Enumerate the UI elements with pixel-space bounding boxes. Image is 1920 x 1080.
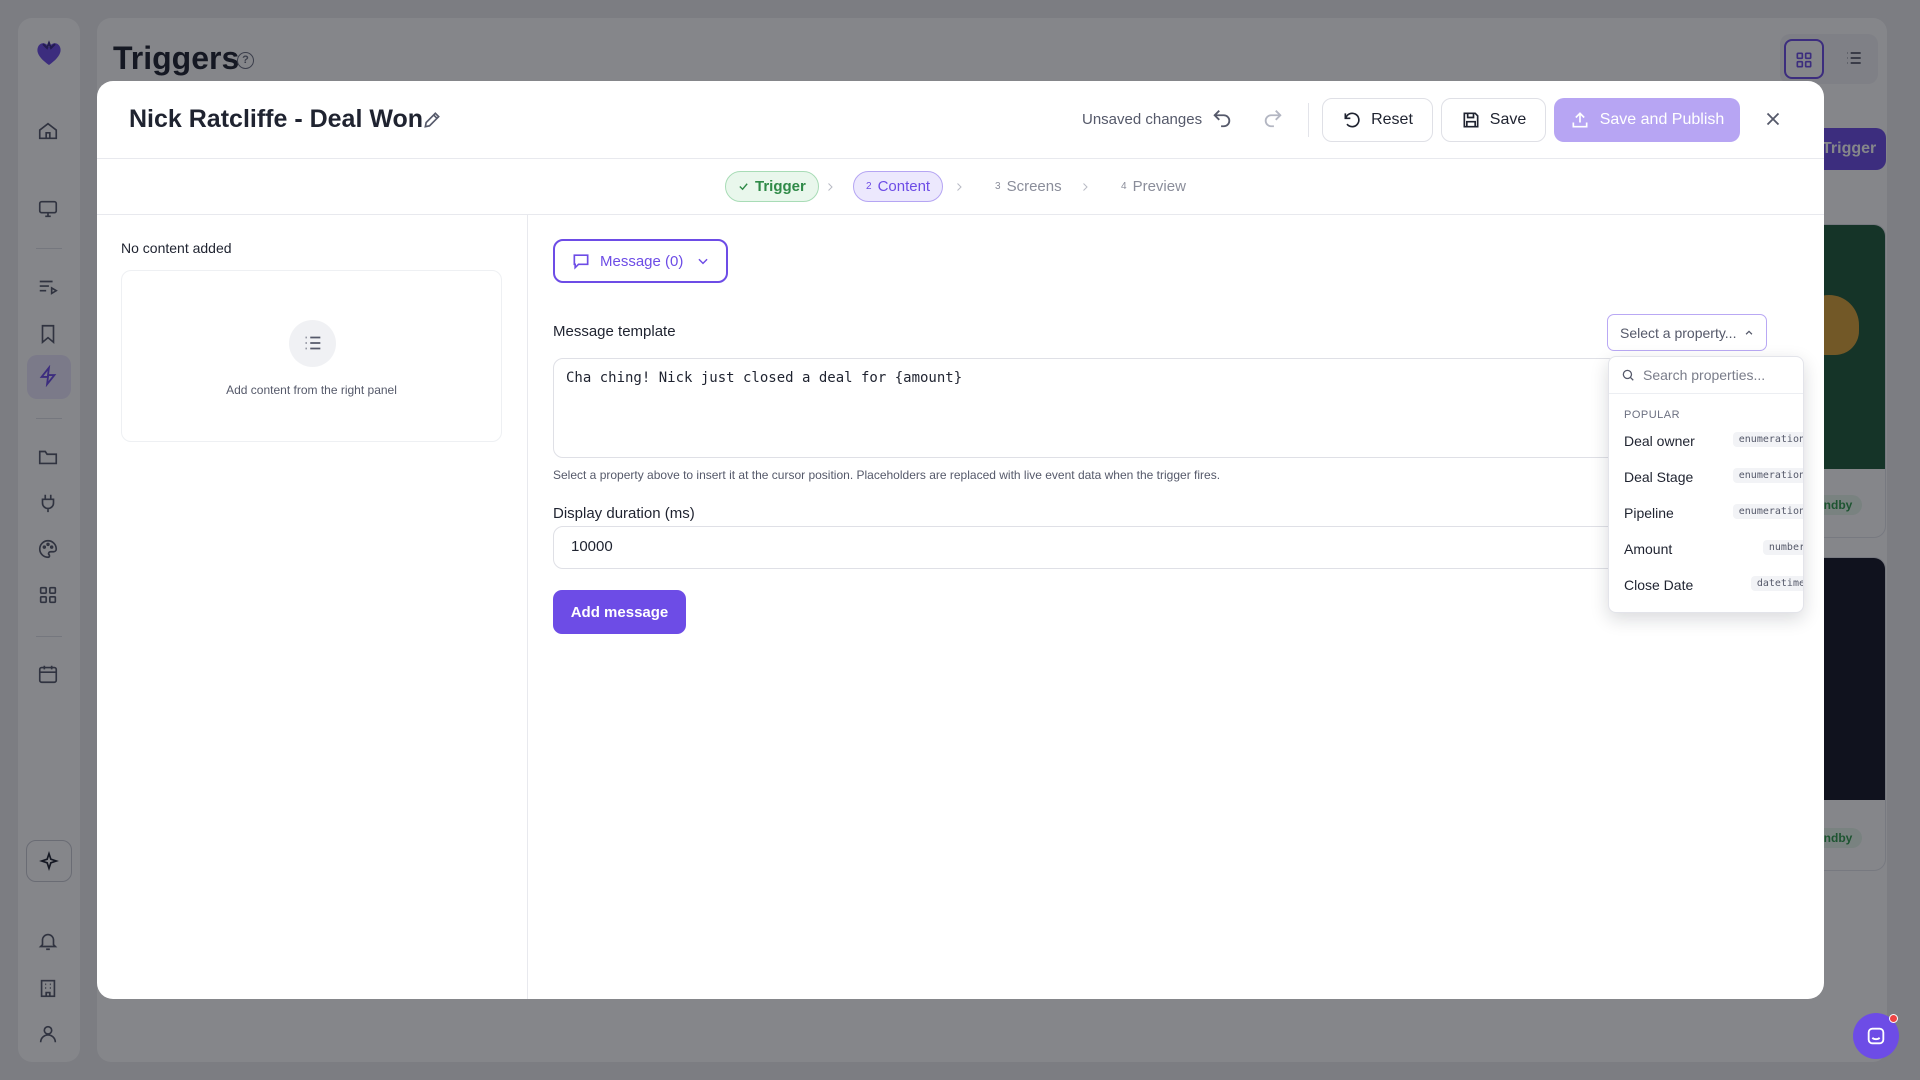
pencil-icon[interactable] [422, 110, 442, 130]
property-option[interactable]: Close Date datetime [1609, 567, 1803, 603]
property-option-label: Amount [1624, 541, 1673, 557]
property-option[interactable]: Amount number [1609, 531, 1803, 567]
content-type-label: Message (0) [600, 252, 684, 270]
chevron-up-icon [1746, 329, 1753, 335]
chat-bubble-icon [573, 254, 589, 270]
chevron-right-icon [1079, 181, 1091, 193]
property-select-placeholder: Select a property... [1620, 324, 1737, 341]
step-trigger[interactable]: Trigger [725, 171, 819, 202]
rotate-ccw-icon [1344, 112, 1360, 128]
property-option-label: Close Date [1624, 577, 1694, 593]
notification-dot [1889, 1014, 1898, 1023]
property-select[interactable]: Select a property... [1607, 314, 1767, 351]
template-helper-text: Select a property above to insert it at … [553, 468, 1221, 482]
empty-state-text: Add content from the right panel [226, 383, 397, 397]
step-content[interactable]: 2 Content [853, 171, 944, 202]
chevron-right-icon [824, 181, 836, 193]
check-icon [739, 183, 748, 191]
save-label: Save [1489, 111, 1527, 128]
search-icon [1622, 369, 1634, 381]
property-option[interactable]: Pipeline enumeration [1609, 495, 1803, 531]
close-icon[interactable] [1762, 108, 1786, 132]
publish-label: Save and Publish [1599, 111, 1725, 128]
property-option-label: Pipeline [1624, 505, 1674, 521]
message-template-label: Message template [553, 323, 676, 340]
undo-icon[interactable] [1211, 107, 1235, 131]
no-content-heading: No content added [121, 240, 232, 256]
property-option-label: Deal Stage [1624, 469, 1694, 485]
redo-icon[interactable] [1262, 107, 1286, 131]
modal-header: Nick Ratcliffe - Deal Won Unsaved change… [97, 81, 1824, 159]
step-label: Content [877, 178, 931, 195]
display-duration-label: Display duration (ms) [553, 505, 695, 522]
unsaved-changes-label: Unsaved changes [1082, 111, 1203, 128]
step-preview[interactable]: 4 Preview [1109, 171, 1198, 202]
step-label: Preview [1132, 178, 1186, 195]
property-dropdown: POPULAR Deal owner enumeration Deal Stag… [1608, 356, 1804, 613]
property-type-badge: enumeration [1732, 504, 1803, 519]
property-search-input[interactable] [1643, 367, 1803, 383]
property-type-badge: enumeration [1732, 432, 1803, 447]
reset-label: Reset [1371, 111, 1413, 128]
message-template-input[interactable]: Cha ching! Nick just closed a deal for {… [553, 358, 1618, 458]
save-button[interactable]: Save [1441, 98, 1546, 142]
step-label: Screens [1006, 178, 1062, 195]
display-duration-input[interactable]: 10000 [553, 526, 1618, 569]
upload-icon [1572, 112, 1588, 128]
step-number: 2 [866, 181, 872, 192]
dropdown-section-label: POPULAR [1624, 409, 1681, 421]
content-type-select[interactable]: Message (0) [553, 239, 728, 283]
step-number: 3 [995, 181, 1001, 192]
add-message-button[interactable]: Add message [553, 590, 686, 634]
property-option[interactable]: Deal Stage enumeration [1609, 459, 1803, 495]
property-option[interactable]: Deal owner enumeration [1609, 423, 1803, 459]
step-number: 4 [1121, 181, 1127, 192]
chevron-right-icon [953, 181, 965, 193]
trigger-editor-modal: Nick Ratcliffe - Deal Won Unsaved change… [97, 81, 1824, 999]
modal-title: Nick Ratcliffe - Deal Won [129, 105, 424, 133]
save-and-publish-button[interactable]: Save and Publish [1554, 98, 1740, 142]
stepper: Trigger 2 Content 3 Screens 4 Preview [97, 159, 1824, 215]
reset-button[interactable]: Reset [1322, 98, 1433, 142]
step-label: Trigger [755, 178, 806, 195]
chevron-down-icon [698, 258, 708, 265]
list-icon [289, 320, 336, 367]
property-type-badge: datetime [1750, 576, 1803, 591]
empty-state: Add content from the right panel [121, 270, 502, 442]
step-screens[interactable]: 3 Screens [983, 171, 1074, 202]
content-list-panel: No content added Add content from the ri… [97, 215, 528, 999]
property-option-label: Deal owner [1624, 433, 1695, 449]
chat-support-button[interactable] [1853, 1013, 1899, 1059]
floppy-disk-icon [1463, 112, 1479, 128]
property-search [1609, 357, 1803, 394]
property-type-badge: enumeration [1732, 468, 1803, 483]
header-divider [1308, 103, 1309, 137]
property-type-badge: number [1762, 540, 1803, 555]
